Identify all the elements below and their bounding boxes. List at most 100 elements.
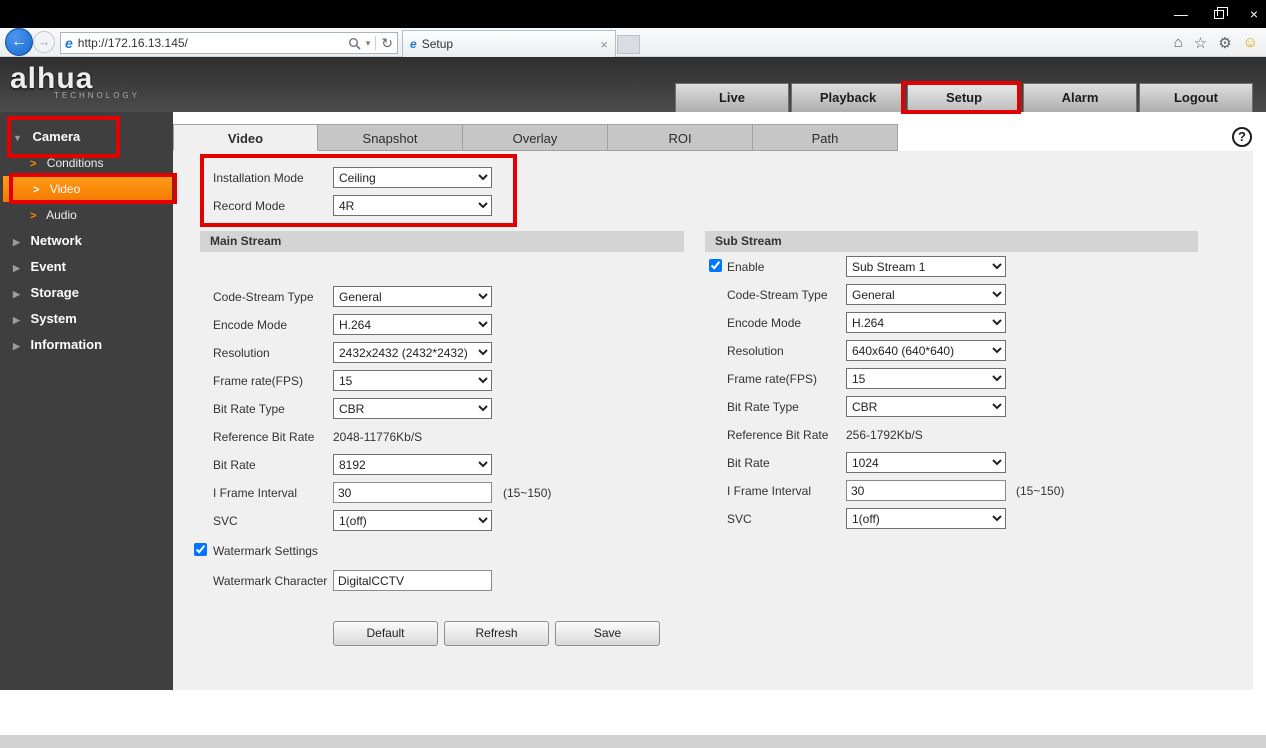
address-bar[interactable]: e http://172.16.13.145/ ▾ ↻ bbox=[60, 32, 398, 54]
main-bit-rate-label: Bit Rate bbox=[213, 458, 256, 472]
nav-playback-button[interactable]: Playback bbox=[791, 83, 905, 112]
sub-stream-enable-checkbox[interactable] bbox=[709, 259, 722, 272]
autocomplete-dropdown-icon[interactable]: ▾ bbox=[366, 38, 371, 49]
sub-i-frame-interval-input[interactable] bbox=[846, 480, 1006, 501]
window-restore-icon bbox=[1213, 7, 1228, 19]
sub-reference-bit-rate-label: Reference Bit Rate bbox=[727, 428, 829, 442]
main-frame-rate-select[interactable]: 15 bbox=[333, 370, 492, 391]
sub-bit-rate-select[interactable]: 1024 bbox=[846, 452, 1006, 473]
watermark-character-input[interactable] bbox=[333, 570, 492, 591]
nav-alarm-button[interactable]: Alarm bbox=[1023, 83, 1137, 112]
page-tabs: Video Snapshot Overlay ROI Path bbox=[173, 124, 898, 151]
watermark-settings-checkbox[interactable] bbox=[194, 543, 207, 556]
main-bit-rate-type-label: Bit Rate Type bbox=[213, 402, 285, 416]
sidebar-item-storage[interactable]: ▶ Storage bbox=[0, 280, 173, 306]
window-minimize-button[interactable]: — bbox=[1174, 0, 1188, 28]
sub-reference-bit-rate-value: 256-1792Kb/S bbox=[846, 428, 923, 442]
main-i-frame-interval-hint: (15~150) bbox=[503, 486, 552, 500]
content-panel: Installation Mode Ceiling Record Mode 4R… bbox=[173, 151, 1253, 690]
refresh-button[interactable]: Refresh bbox=[444, 621, 549, 646]
sidebar-conditions-label: Conditions bbox=[46, 156, 104, 170]
feedback-smiley-icon[interactable]: ☺ bbox=[1243, 34, 1258, 51]
sidebar-audio-label: Audio bbox=[46, 208, 77, 222]
browser-back-button[interactable]: ← bbox=[5, 28, 33, 56]
save-button[interactable]: Save bbox=[555, 621, 660, 646]
app-header: alhua TECHNOLOGY Live Playback Setup Ala… bbox=[0, 57, 1266, 112]
main-svc-select[interactable]: 1(off) bbox=[333, 510, 492, 531]
sub-bit-rate-label: Bit Rate bbox=[727, 456, 770, 470]
ie-page-icon: e bbox=[65, 35, 73, 51]
main-i-frame-interval-label: I Frame Interval bbox=[213, 486, 298, 500]
sub-resolution-select[interactable]: 640x640 (640*640) bbox=[846, 340, 1006, 361]
sub-code-stream-type-label: Code-Stream Type bbox=[727, 288, 828, 302]
sidebar-event-label: Event bbox=[30, 259, 66, 274]
default-button[interactable]: Default bbox=[333, 621, 438, 646]
tab-overlay[interactable]: Overlay bbox=[463, 124, 608, 151]
nav-live-button[interactable]: Live bbox=[675, 83, 789, 112]
sidebar-network-label: Network bbox=[30, 233, 82, 248]
nav-logout-button[interactable]: Logout bbox=[1139, 83, 1253, 112]
sub-bit-rate-type-select[interactable]: CBR bbox=[846, 396, 1006, 417]
window-restore-button[interactable] bbox=[1213, 0, 1228, 28]
main-code-stream-type-select[interactable]: General bbox=[333, 286, 492, 307]
search-icon[interactable] bbox=[348, 37, 361, 50]
sidebar-item-event[interactable]: ▶ Event bbox=[0, 254, 173, 280]
screen: — × ← → e http://172.16.13.145/ ▾ ↻ e Se… bbox=[0, 0, 1266, 748]
sidebar-item-audio[interactable]: > Audio bbox=[0, 202, 173, 228]
main-encode-mode-select[interactable]: H.264 bbox=[333, 314, 492, 335]
sub-encode-mode-label: Encode Mode bbox=[727, 316, 802, 330]
sub-code-stream-type-select[interactable]: General bbox=[846, 284, 1006, 305]
url-text[interactable]: http://172.16.13.145/ bbox=[78, 36, 348, 50]
new-tab-button[interactable] bbox=[617, 35, 640, 54]
annotation-box-mode-settings bbox=[200, 154, 517, 227]
tab-close-icon[interactable]: × bbox=[600, 37, 608, 52]
sub-stream-select[interactable]: Sub Stream 1 bbox=[846, 256, 1006, 277]
sub-resolution-label: Resolution bbox=[727, 344, 784, 358]
tab-video[interactable]: Video bbox=[173, 124, 318, 151]
sidebar-information-label: Information bbox=[30, 337, 103, 352]
sidebar-item-system[interactable]: ▶ System bbox=[0, 306, 173, 332]
sidebar-system-label: System bbox=[30, 311, 77, 326]
triangle-right-icon: ▶ bbox=[13, 315, 20, 325]
sub-frame-rate-label: Frame rate(FPS) bbox=[727, 372, 818, 386]
triangle-right-icon: ▶ bbox=[13, 263, 20, 273]
footer-strip bbox=[0, 735, 1266, 748]
help-icon[interactable]: ? bbox=[1232, 127, 1252, 147]
main-svc-label: SVC bbox=[213, 514, 238, 528]
browser-toolbar: ← → e http://172.16.13.145/ ▾ ↻ e Setup … bbox=[0, 28, 1266, 57]
main-bit-rate-type-select[interactable]: CBR bbox=[333, 398, 492, 419]
triangle-right-icon: ▶ bbox=[13, 289, 20, 299]
sub-svc-select[interactable]: 1(off) bbox=[846, 508, 1006, 529]
sub-stream-section-header: Sub Stream bbox=[705, 231, 1198, 252]
browser-forward-button[interactable]: → bbox=[33, 31, 55, 53]
sub-enable-label: Enable bbox=[727, 260, 765, 274]
address-divider bbox=[375, 36, 377, 50]
sub-encode-mode-select[interactable]: H.264 bbox=[846, 312, 1006, 333]
dahua-logo: alhua TECHNOLOGY bbox=[10, 63, 140, 101]
tab-snapshot[interactable]: Snapshot bbox=[318, 124, 463, 151]
window-close-button[interactable]: × bbox=[1250, 0, 1258, 28]
main-resolution-label: Resolution bbox=[213, 346, 270, 360]
refresh-icon[interactable]: ↻ bbox=[381, 35, 393, 52]
sub-frame-rate-select[interactable]: 15 bbox=[846, 368, 1006, 389]
sidebar-storage-label: Storage bbox=[30, 285, 79, 300]
main-resolution-select[interactable]: 2432x2432 (2432*2432) bbox=[333, 342, 492, 363]
sidebar-item-information[interactable]: ▶ Information bbox=[0, 332, 173, 358]
tab-roi[interactable]: ROI bbox=[608, 124, 753, 151]
annotation-box-video bbox=[9, 173, 177, 204]
tab-favicon-icon: e bbox=[410, 37, 417, 51]
annotation-box-camera bbox=[7, 116, 120, 158]
tab-path[interactable]: Path bbox=[753, 124, 898, 151]
tab-title: Setup bbox=[421, 37, 454, 51]
main-stream-section-header: Main Stream bbox=[200, 231, 684, 252]
home-icon[interactable]: ⌂ bbox=[1174, 34, 1183, 51]
sidebar-item-network[interactable]: ▶ Network bbox=[0, 228, 173, 254]
browser-tab[interactable]: e Setup × bbox=[402, 30, 616, 57]
settings-gear-icon[interactable]: ⚙ bbox=[1218, 34, 1231, 52]
window-titlebar: — × bbox=[0, 0, 1266, 28]
triangle-right-icon: ▶ bbox=[13, 341, 20, 351]
main-i-frame-interval-input[interactable] bbox=[333, 482, 492, 503]
main-bit-rate-select[interactable]: 8192 bbox=[333, 454, 492, 475]
sub-i-frame-interval-hint: (15~150) bbox=[1016, 484, 1065, 498]
favorites-star-icon[interactable]: ☆ bbox=[1194, 34, 1207, 52]
